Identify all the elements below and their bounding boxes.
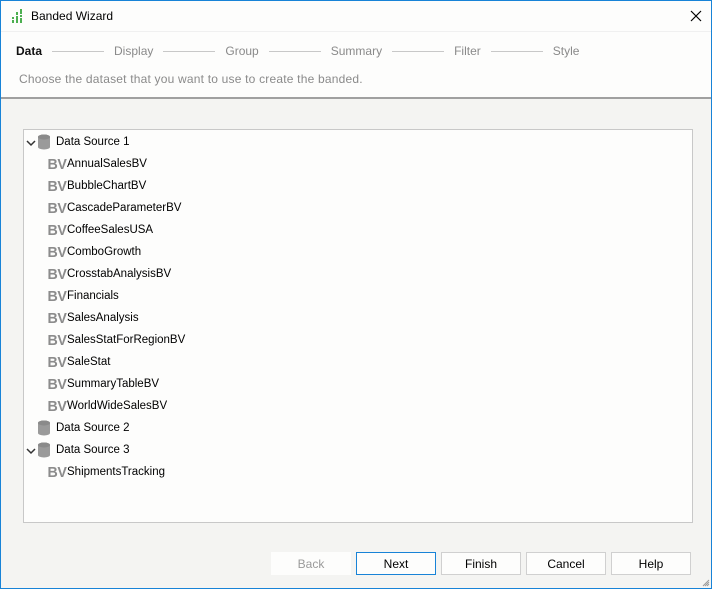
tree-node-dataset[interactable]: BV BubbleChartBV	[47, 175, 147, 197]
step-connector	[163, 50, 216, 52]
chevron-down-icon[interactable]	[26, 445, 36, 455]
cancel-button[interactable]: Cancel	[526, 552, 606, 575]
next-button[interactable]: Next	[356, 552, 436, 575]
instruction-text: Choose the dataset that you want to use …	[19, 72, 363, 86]
dataset-label: SummaryTableBV	[67, 378, 160, 390]
dataset-label: CoffeeSalesUSA	[67, 224, 154, 236]
database-icon	[37, 420, 51, 436]
business-view-icon: BV	[47, 177, 67, 195]
database-icon	[37, 442, 51, 458]
step-connector	[490, 50, 543, 52]
tree-node-dataset[interactable]: BV SummaryTableBV	[47, 373, 160, 395]
business-view-icon: BV	[47, 463, 67, 481]
step-connector	[392, 50, 445, 52]
business-view-icon: BV	[47, 265, 67, 283]
tree-node-data-source[interactable]: Data Source 3	[24, 439, 130, 461]
business-view-icon: BV	[47, 287, 67, 305]
business-view-icon: BV	[47, 221, 67, 239]
banded-wizard-dialog: Banded Wizard Data Display Group Summary Fil…	[0, 0, 712, 589]
tree-node-data-source[interactable]: Data Source 2	[24, 417, 130, 439]
tree-node-dataset[interactable]: BV WorldWideSalesBV	[47, 395, 168, 417]
wizard-app-icon	[12, 9, 22, 23]
title-bar: Banded Wizard	[1, 1, 711, 32]
tree-node-dataset[interactable]: BV ComboGrowth	[47, 241, 142, 263]
dataset-label: ShipmentsTracking	[67, 466, 166, 478]
data-source-label: Data Source 1	[56, 136, 130, 148]
business-view-icon: BV	[47, 331, 67, 349]
dataset-label: CascadeParameterBV	[67, 202, 182, 214]
tree-node-data-source[interactable]: Data Source 1	[24, 131, 130, 153]
business-view-icon: BV	[47, 243, 67, 261]
tree-node-dataset[interactable]: BV Financials	[47, 285, 119, 307]
tree-node-dataset[interactable]: BV SalesAnalysis	[47, 307, 139, 329]
dataset-label: SalesStatForRegionBV	[67, 334, 186, 346]
dataset-label: CrosstabAnalysisBV	[67, 268, 172, 280]
step-connector	[52, 50, 105, 52]
dataset-label: ComboGrowth	[67, 246, 142, 258]
tree-node-dataset[interactable]: BV CrosstabAnalysisBV	[47, 263, 172, 285]
database-icon	[37, 134, 51, 150]
tree-node-dataset[interactable]: BV CascadeParameterBV	[47, 197, 182, 219]
step-style: Style	[552, 44, 580, 58]
tree-node-dataset[interactable]: BV ShipmentsTracking	[47, 461, 166, 483]
step-group: Group	[225, 44, 259, 58]
tree-node-dataset[interactable]: BV SalesStatForRegionBV	[47, 329, 186, 351]
dataset-tree[interactable]: Data Source 1 BV AnnualSalesBV BV BubbleChar…	[23, 129, 693, 523]
resize-grip-icon[interactable]	[700, 577, 710, 587]
close-icon[interactable]	[683, 5, 709, 27]
tree-node-dataset[interactable]: BV AnnualSalesBV	[47, 153, 147, 175]
dataset-label: SaleStat	[67, 356, 111, 368]
wizard-header: Data Display Group Summary Filter Style Choos…	[1, 32, 711, 99]
wizard-steps: Data Display Group Summary Filter Style	[16, 43, 579, 59]
business-view-icon: BV	[47, 353, 67, 371]
business-view-icon: BV	[47, 199, 67, 217]
business-view-icon: BV	[47, 397, 67, 415]
dataset-label: BubbleChartBV	[67, 180, 147, 192]
step-display: Display	[114, 44, 154, 58]
back-button[interactable]: Back	[271, 552, 351, 575]
step-connector	[268, 50, 321, 52]
step-data: Data	[16, 44, 43, 58]
dataset-label: SalesAnalysis	[67, 312, 139, 324]
business-view-icon: BV	[47, 375, 67, 393]
dataset-label: WorldWideSalesBV	[67, 400, 168, 412]
step-summary: Summary	[330, 44, 383, 58]
dataset-label: AnnualSalesBV	[67, 158, 147, 170]
tree-node-dataset[interactable]: BV CoffeeSalesUSA	[47, 219, 154, 241]
business-view-icon: BV	[47, 309, 67, 327]
step-filter: Filter	[454, 44, 481, 58]
window-title: Banded Wizard	[31, 9, 114, 23]
tree-node-dataset[interactable]: BV SaleStat	[47, 351, 111, 373]
data-source-label: Data Source 2	[56, 422, 130, 434]
business-view-icon: BV	[47, 155, 67, 173]
help-button[interactable]: Help	[611, 552, 691, 575]
dataset-label: Financials	[67, 290, 119, 302]
data-source-label: Data Source 3	[56, 444, 130, 456]
chevron-down-icon[interactable]	[26, 137, 36, 147]
finish-button[interactable]: Finish	[441, 552, 521, 575]
